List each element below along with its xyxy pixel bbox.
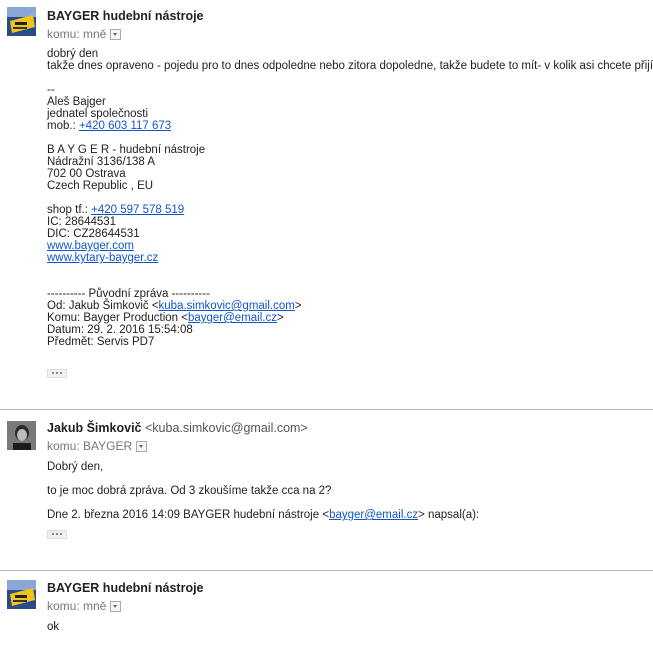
company-name: B A Y G E R - hudební nástroje — [47, 144, 206, 156]
forward-to-label: Komu: Bayger Production < — [47, 312, 188, 324]
avatar-jakub[interactable] — [7, 421, 36, 450]
chevron-down-icon[interactable] — [110, 600, 122, 612]
quote-attribution: Dne 2. března 2016 14:09 BAYGER hudební … — [47, 509, 653, 521]
sender-name: Jakub Šimkovič <kuba.simkovic@gmail.com> — [47, 421, 308, 435]
recipient-line: komu: mně — [47, 599, 122, 613]
avatar-bayger[interactable] — [7, 580, 36, 609]
message-body: ok — [47, 621, 653, 633]
forward-from-label: Od: Jakub Šimkovič < — [47, 300, 159, 312]
address-country: Czech Republic , EU — [47, 180, 154, 192]
message-body: dobrý den takže dnes opraveno - pojedu p… — [47, 48, 653, 348]
recipient-label: komu: BAYGER — [47, 439, 133, 453]
message-text: to je moc dobrá zpráva. Od 3 zkoušíme ta… — [47, 485, 332, 497]
forward-to-end: > — [276, 312, 284, 324]
message-divider — [0, 409, 653, 410]
address-street: Nádražní 3136/138 A — [47, 156, 156, 168]
show-trimmed-button[interactable] — [47, 530, 67, 539]
forward-subject: Předmět: Servis PD7 — [47, 336, 155, 348]
forward-from: Od: Jakub Šimkovič <kuba.simkovic@gmail.… — [47, 300, 653, 312]
message-divider — [0, 570, 653, 571]
greeting: dobrý den — [47, 48, 99, 60]
sender-email: <kuba.simkovic@gmail.com> — [144, 421, 308, 435]
greeting: Dobrý den, — [47, 461, 104, 473]
forward-header: ---------- Původní zpráva ---------- — [47, 288, 210, 300]
forward-from-email-link[interactable]: kuba.simkovic@gmail.com — [159, 300, 295, 312]
website-link-1[interactable]: www.bayger.com — [47, 240, 134, 252]
chevron-down-icon[interactable] — [110, 28, 122, 40]
message-text: takže dnes opraveno - pojedu pro to dnes… — [47, 60, 653, 72]
forward-from-end: > — [294, 300, 302, 312]
shop-phone: shop tf.: +420 597 578 519 — [47, 204, 653, 216]
message-text: ok — [47, 621, 60, 633]
sender-name: BAYGER hudební nástroje — [47, 9, 204, 23]
company-ic: IC: 28644531 — [47, 216, 117, 228]
message-body: Dobrý den, to je moc dobrá zpráva. Od 3 … — [47, 461, 653, 521]
quote-suffix: > napsal(a): — [418, 509, 480, 521]
sender-name: BAYGER hudební nástroje — [47, 581, 204, 595]
signature-name: Aleš Bajger — [47, 96, 106, 108]
forward-date: Datum: 29. 2. 2016 15:54:08 — [47, 324, 193, 336]
website-link-2[interactable]: www.kytary-bayger.cz — [47, 252, 158, 264]
signature-mobile: mob.: +420 603 117 673 — [47, 120, 653, 132]
forward-to: Komu: Bayger Production <bayger@email.cz… — [47, 312, 653, 324]
forward-to-email-link[interactable]: bayger@email.cz — [188, 312, 277, 324]
mobile-link[interactable]: +420 603 117 673 — [79, 120, 171, 132]
company-dic: DIC: CZ28644531 — [47, 228, 140, 240]
sender-display-name: Jakub Šimkovič — [47, 421, 142, 435]
recipient-line: komu: mně — [47, 27, 122, 41]
mobile-label: mob.: — [47, 120, 79, 132]
show-trimmed-button[interactable] — [47, 369, 67, 378]
signature-dash: -- — [47, 84, 55, 96]
quote-email-link[interactable]: bayger@email.cz — [329, 509, 418, 521]
signature-title: jednatel společnosti — [47, 108, 149, 120]
chevron-down-icon[interactable] — [136, 440, 148, 452]
shop-phone-label: shop tf.: — [47, 204, 92, 216]
avatar-bayger[interactable] — [7, 7, 36, 36]
shop-phone-link[interactable]: +420 597 578 519 — [91, 204, 184, 216]
recipient-label: komu: mně — [47, 599, 107, 613]
quote-prefix: Dne 2. března 2016 14:09 BAYGER hudební … — [47, 509, 330, 521]
recipient-line: komu: BAYGER — [47, 439, 148, 453]
address-city: 702 00 Ostrava — [47, 168, 126, 180]
recipient-label: komu: mně — [47, 27, 107, 41]
